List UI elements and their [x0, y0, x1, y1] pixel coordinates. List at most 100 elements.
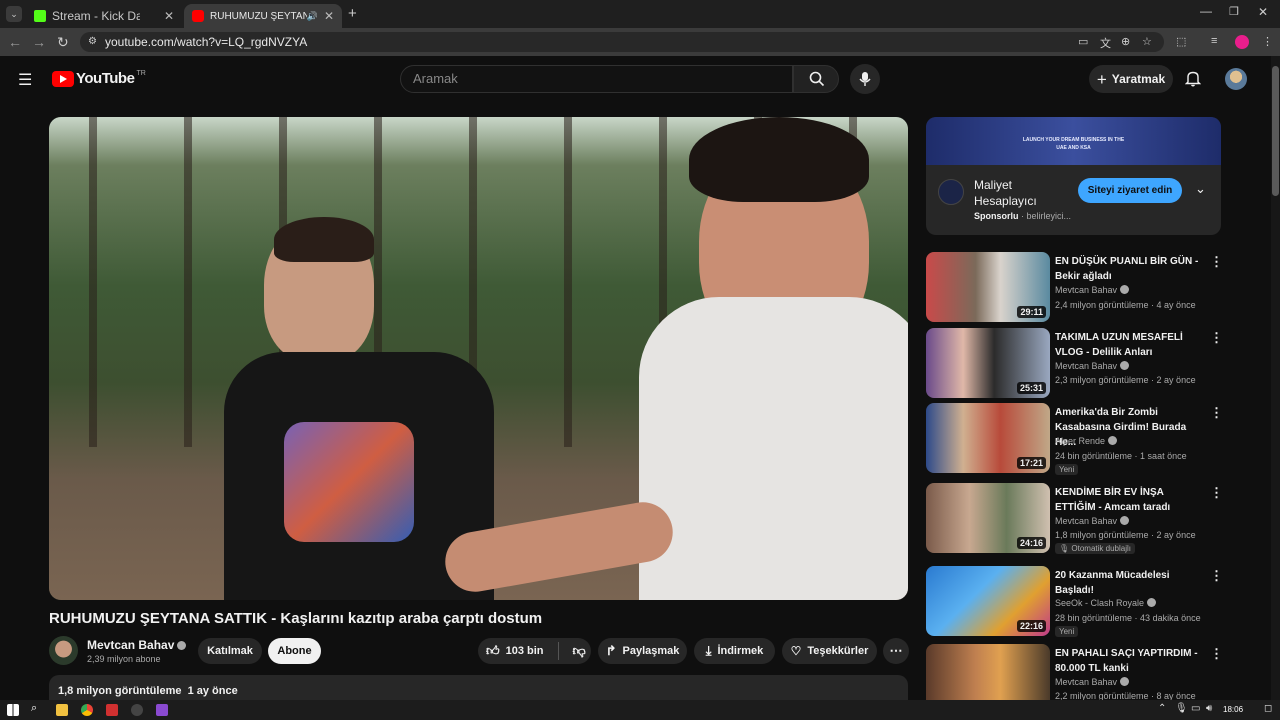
like-button[interactable]: 👍︎ 103 bin: [486, 643, 544, 659]
chrome-icon[interactable]: [81, 704, 93, 716]
recommendation-item[interactable]: EN PAHALI SAÇI YAPTIRDIM - 80.000 TL kan…: [926, 644, 1226, 700]
recommendation-item[interactable]: 17:21 Amerika'da Bir Zombi Kasabasına Gi…: [926, 403, 1226, 479]
translate-icon[interactable]: 文: [1100, 35, 1111, 51]
account-avatar[interactable]: [1225, 68, 1247, 90]
verified-check-icon: [1120, 677, 1130, 686]
video-thumbnail[interactable]: 25:31: [926, 328, 1050, 398]
tray-volume-icon[interactable]: 🔊︎: [1206, 703, 1212, 714]
tab-close-icon[interactable]: ✕: [164, 9, 174, 23]
recorder-icon[interactable]: [106, 704, 118, 716]
browser-menu-icon[interactable]: ⋮: [1262, 35, 1273, 48]
youtube-logo[interactable]: YouTube TR: [52, 70, 146, 87]
notifications-bell-icon[interactable]: [1185, 70, 1201, 87]
recommendation-meta: 1,8 milyon görüntüleme · 2 ay önce: [1055, 530, 1196, 540]
tab-close-icon[interactable]: ✕: [324, 9, 334, 23]
recommendation-item[interactable]: 24:16 KENDİME BİR EV İNŞA ETTİĞİM - Amca…: [926, 483, 1226, 559]
video-thumbnail[interactable]: 22:16: [926, 566, 1050, 636]
duration-badge: 25:31: [1016, 382, 1046, 394]
more-actions-button[interactable]: ⋯: [883, 638, 909, 664]
recommendation-item[interactable]: 25:31 TAKIMLA UZUN MESAFELİ VLOG - Delil…: [926, 328, 1226, 400]
create-button[interactable]: + Yaratmak: [1089, 65, 1173, 93]
window-close-icon[interactable]: ✕: [1258, 5, 1268, 19]
more-vertical-icon[interactable]: ⋮: [1210, 646, 1223, 662]
thumbs-up-icon: 👍︎: [486, 643, 500, 658]
tab-youtube-video[interactable]: RUHUMUZU ŞEYTANA SATT 🔊 ✕: [184, 4, 342, 28]
subscribe-button[interactable]: Abone: [268, 638, 321, 664]
recommendation-meta: 2,2 milyon görüntüleme · 8 ay önce: [1055, 691, 1196, 700]
share-button[interactable]: ↱ Paylaşmak: [598, 638, 687, 664]
obs-icon[interactable]: [131, 704, 143, 716]
view-count-date: 1,8 milyon görüntüleme 1 ay önce: [58, 685, 238, 697]
recommendation-title: 20 Kazanma Mücadelesi Başladı!: [1055, 570, 1170, 596]
microphone-icon: [859, 72, 871, 86]
os-taskbar: ⌕ ⌃ 🎙︎ ▭ 🔊︎ 18:06 ◻: [0, 700, 1280, 720]
ad-logo: [938, 179, 964, 205]
voice-search-button[interactable]: [850, 64, 880, 94]
more-vertical-icon[interactable]: ⋮: [1210, 405, 1223, 421]
subscriber-count: 2,39 milyon abone: [87, 654, 161, 664]
speaker-icon[interactable]: 🔊: [307, 11, 318, 22]
youtube-play-icon: [52, 70, 74, 87]
new-tab-icon[interactable]: +: [348, 5, 357, 22]
join-button[interactable]: Katılmak: [198, 638, 262, 664]
reload-icon[interactable]: ↻: [57, 34, 69, 51]
search-icon: [809, 71, 825, 87]
search-button[interactable]: [793, 65, 839, 93]
site-info-icon[interactable]: ⚙: [88, 32, 97, 52]
more-vertical-icon[interactable]: ⋮: [1210, 568, 1223, 584]
search-input[interactable]: Aramak: [400, 65, 793, 93]
logo-text: YouTube: [76, 70, 135, 87]
more-vertical-icon[interactable]: ⋮: [1210, 254, 1223, 270]
tray-mic-icon[interactable]: 🎙︎: [1175, 703, 1188, 714]
back-icon[interactable]: ←: [8, 34, 22, 50]
taskbar-search-icon[interactable]: ⌕: [31, 702, 37, 715]
bookmark-star-icon[interactable]: ☆: [1142, 35, 1152, 48]
visit-site-button[interactable]: Siteyi ziyaret edin: [1078, 178, 1182, 203]
download-button[interactable]: ⤓ İndirmek: [694, 638, 775, 664]
tray-network-icon[interactable]: ▭: [1191, 703, 1200, 714]
video-thumbnail[interactable]: 17:21: [926, 403, 1050, 473]
recommendation-channel: SeeOk - Clash Royale: [1055, 598, 1157, 608]
hamburger-menu-icon[interactable]: ☰: [18, 70, 32, 90]
youtube-favicon-icon: [192, 10, 204, 22]
verified-check-icon: [1147, 598, 1157, 607]
tray-overflow-icon[interactable]: ⌃: [1158, 703, 1166, 714]
dislike-button[interactable]: 👎︎: [573, 643, 586, 659]
tab-search-icon[interactable]: ⌄: [6, 6, 22, 22]
video-player[interactable]: [49, 117, 908, 600]
video-thumbnail[interactable]: 24:16: [926, 483, 1050, 553]
address-bar[interactable]: ⚙ youtube.com/watch?v=LQ_rgdNVZYA: [80, 32, 1164, 52]
notification-center-icon[interactable]: ◻: [1264, 703, 1272, 714]
ad-banner[interactable]: LAUNCH YOUR DREAM BUSINESS IN THE UAE AN…: [926, 117, 1221, 165]
video-thumbnail[interactable]: 29:11: [926, 252, 1050, 322]
minimize-icon[interactable]: —: [1200, 4, 1212, 18]
recommendation-item[interactable]: 29:11 EN DÜŞÜK PUANLI BİR GÜN - Bekir ağ…: [926, 252, 1226, 324]
windows-start-icon[interactable]: [7, 704, 19, 716]
reading-list-icon[interactable]: ≡: [1211, 35, 1217, 47]
more-vertical-icon[interactable]: ⋮: [1210, 485, 1223, 501]
verified-check-icon: [1120, 285, 1130, 294]
maximize-icon[interactable]: ❐: [1229, 5, 1239, 18]
channel-name[interactable]: Mevtcan Bahav: [87, 638, 187, 652]
channel-avatar[interactable]: [49, 636, 78, 665]
file-explorer-icon[interactable]: [56, 704, 68, 716]
app-icon[interactable]: [156, 704, 168, 716]
extensions-icon[interactable]: ⬚: [1176, 35, 1186, 48]
video-thumbnail[interactable]: [926, 644, 1050, 700]
page-scrollbar[interactable]: [1271, 56, 1280, 700]
chevron-down-icon[interactable]: ⌄: [1195, 181, 1206, 197]
cast-icon[interactable]: ▭: [1078, 35, 1088, 48]
more-vertical-icon[interactable]: ⋮: [1210, 330, 1223, 346]
ad-card[interactable]: LAUNCH YOUR DREAM BUSINESS IN THE UAE AN…: [926, 117, 1221, 235]
taskbar-clock[interactable]: 18:06: [1223, 705, 1243, 714]
tab-kick-dashboard[interactable]: Stream - Kick Dashboard ✕: [26, 4, 182, 28]
video-title: RUHUMUZU ŞEYTANA SATTIK - Kaşlarını kazı…: [49, 610, 543, 627]
scrollbar-thumb[interactable]: [1272, 66, 1279, 196]
profile-avatar[interactable]: [1235, 35, 1249, 49]
thanks-button[interactable]: ♡ Teşekkürler: [782, 638, 877, 664]
verified-check-icon: [1108, 436, 1118, 445]
ad-sponsor-line: Sponsorlu · belirleyici...: [974, 211, 1072, 221]
zoom-icon[interactable]: ⊕: [1121, 35, 1130, 48]
recommendation-item[interactable]: 22:16 20 Kazanma Mücadelesi Başladı! See…: [926, 566, 1226, 638]
forward-icon[interactable]: →: [32, 34, 46, 50]
